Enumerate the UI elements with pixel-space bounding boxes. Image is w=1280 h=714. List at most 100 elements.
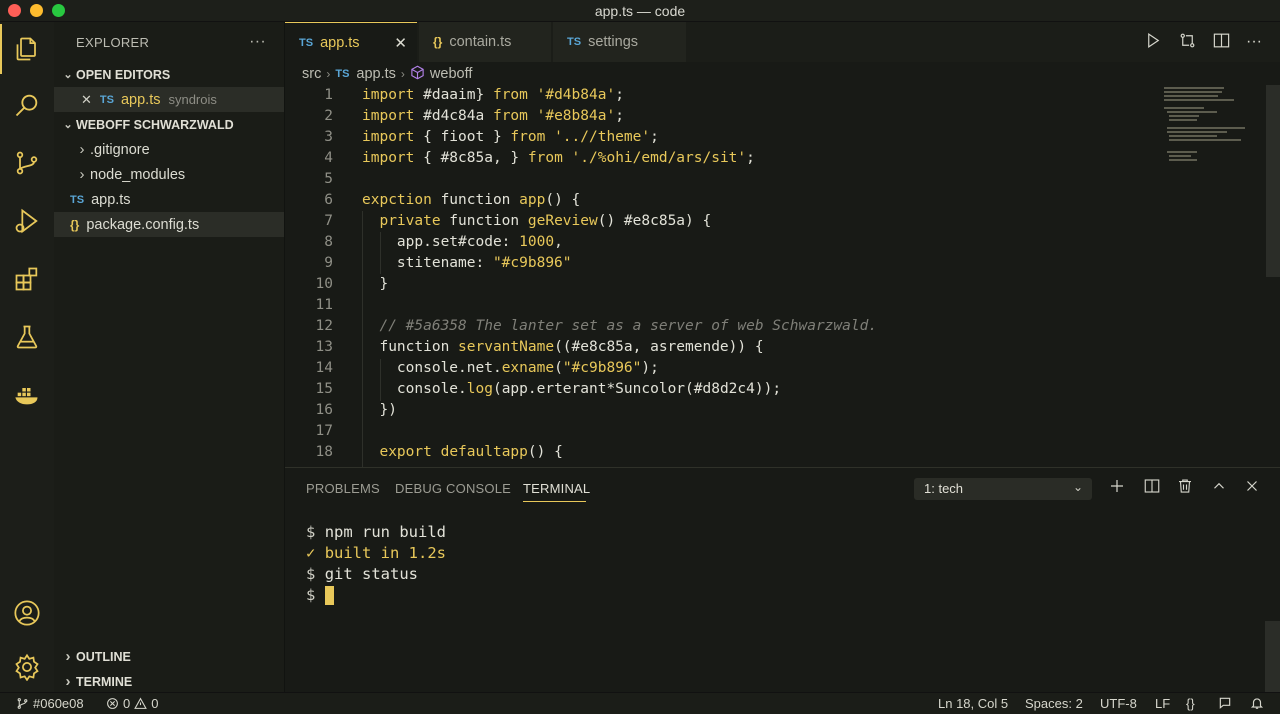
new-terminal-icon[interactable] [1108,477,1128,497]
typescript-file-icon: TS [335,68,350,80]
run-debug-icon[interactable] [0,196,54,246]
encoding-status[interactable]: UTF-8 [1100,696,1137,711]
terminal-text: npm run build [324,523,447,541]
terminal-line: ✓ built in 1.2s [306,544,446,562]
close-panel-icon[interactable] [1243,477,1263,497]
terminal-input-line[interactable]: $ [306,586,334,605]
split-editor-icon[interactable] [1212,31,1231,53]
code-line[interactable]: 17 [285,421,1155,442]
extensions-icon[interactable] [0,254,54,304]
line-content: // #5a6358 The lanter set as a server of… [362,316,877,337]
testing-icon[interactable] [0,312,54,362]
code-line[interactable]: 3 import { fioot } from '..//theme'; [285,127,1155,148]
line-content: import #d4c84a from '#e8b84a'; [362,106,624,127]
indentation-status[interactable]: Spaces: 2 [1025,696,1083,711]
file-tree-item-app-ts[interactable]: TS app.ts [54,187,284,212]
breadcrumb-folder[interactable]: src [302,66,321,82]
open-editor-item[interactable]: ✕ TS app.ts syndrois [54,87,284,112]
branch-status[interactable]: #060e08 [16,696,84,711]
tab-terminal[interactable]: TERMINAL [523,481,590,496]
source-control-icon[interactable] [0,138,54,188]
line-content: function servantName((#e8c85a, asremende… [362,337,763,358]
code-line[interactable]: 12 // #5a6358 The lanter set as a server… [285,316,1155,337]
code-line[interactable]: 13 function servantName((#e8c85a, asreme… [285,337,1155,358]
symbol-icon [410,65,425,84]
language-status[interactable]: {} [1186,696,1195,711]
docker-icon[interactable] [0,370,54,420]
code-line[interactable]: 8 app.set#code: 1000, [285,232,1155,253]
code-token: stitename: [362,255,493,271]
file-name: app.ts [91,191,131,208]
account-icon[interactable] [0,588,54,638]
code-line[interactable]: 15 console.log(app.erterant*Suncolor(#d8… [285,379,1155,400]
breadcrumb-symbol[interactable]: weboff [430,66,472,82]
code-editor[interactable]: 1 import #daaim} from '#d4b84a'; 2 import #… [285,85,1155,467]
split-terminal-icon[interactable] [1143,477,1163,497]
code-line[interactable]: 9 stitename: "#c9b896" [285,253,1155,274]
problems-status[interactable]: 0 0 [106,696,158,711]
tab-app-ts[interactable]: TS app.ts ✕ [285,22,417,62]
settings-gear-icon[interactable] [0,642,54,692]
code-line[interactable]: 2 import #d4c84a from '#e8b84a'; [285,106,1155,127]
terminal-select-value: 1: tech [924,481,964,496]
code-line[interactable]: 4 import { #8c85a, } from './%ohi/emd/ars… [285,148,1155,169]
json-file-icon: {} [70,217,80,232]
code-line[interactable]: 7 private function geReview() #e8c85a) { [285,211,1155,232]
tab-debug-console[interactable]: DEBUG CONSOLE [395,481,511,496]
eol-status[interactable]: LF [1155,696,1170,711]
code-line[interactable]: 10 } [285,274,1155,295]
workspace-section[interactable]: ⌄ WEBOFF SCHWARZWALD [54,112,284,137]
feedback-icon[interactable] [1218,696,1232,710]
code-token: export [379,444,432,460]
open-editors-section[interactable]: ⌄ OPEN EDITORS [54,62,284,87]
more-actions-icon[interactable]: ··· [1246,33,1262,51]
breadcrumb-file[interactable]: app.ts [356,66,396,82]
terminal-scrollbar[interactable] [1265,621,1280,693]
code-line[interactable]: 11 [285,295,1155,316]
terminal-select[interactable]: 1: tech ⌄ [914,478,1092,500]
tab-settings[interactable]: TS settings [553,22,686,62]
search-icon[interactable] [0,80,54,130]
code-line[interactable]: 6 expction function app() { [285,190,1155,211]
line-number: 5 [324,171,333,187]
outline-section[interactable]: › OUTLINE [54,644,285,669]
tab-contain-ts[interactable]: {} contain.ts [419,22,551,62]
file-name: package.config.ts [86,216,200,233]
code-line[interactable]: 14 console.net.exname("#c9b896"); [285,358,1155,379]
notifications-bell-icon[interactable] [1250,696,1264,710]
code-token: }) [362,402,397,418]
code-line[interactable]: 18 export defaultapp() { [285,442,1155,463]
file-tree-item-package-config[interactable]: {} package.config.ts [54,212,284,237]
editor-scrollbar[interactable] [1266,85,1280,277]
open-editor-name: app.ts [120,91,161,108]
code-line[interactable]: 16 }) [285,400,1155,421]
run-icon[interactable] [1144,31,1163,53]
minimap[interactable] [1160,85,1266,165]
close-tab-icon[interactable]: ✕ [394,34,407,52]
code-token: "#c9b896" [562,360,642,376]
line-number: 3 [324,129,333,145]
close-editor-icon[interactable]: ✕ [81,92,92,108]
error-count: 0 [123,696,131,711]
cursor-position[interactable]: Ln 18, Col 5 [938,696,1008,711]
trash-icon[interactable] [1176,477,1196,497]
line-content: } [362,274,388,295]
code-token: } [362,276,389,292]
code-token: from [510,129,546,145]
chevron-right-icon: › [400,67,405,81]
code-token: import [362,108,415,124]
code-line[interactable]: 5 [285,169,1155,190]
tab-problems[interactable]: PROBLEMS [306,481,380,496]
timeline-section[interactable]: › TERMINE [54,669,285,694]
code-line[interactable]: 1 import #daaim} from '#d4b84a'; [285,85,1155,106]
file-tree-item-gitignore[interactable]: › .gitignore [54,137,284,162]
maximize-panel-icon[interactable] [1210,477,1230,497]
compare-changes-icon[interactable] [1178,31,1197,53]
line-number: 16 [315,402,333,418]
code-token: console. [362,381,467,397]
file-tree-item-node-modules[interactable]: › node_modules [54,162,284,187]
more-actions-icon[interactable]: ··· [249,33,266,51]
code-token: console.net. [362,360,502,376]
files-icon[interactable] [0,24,54,74]
line-number: 11 [315,297,333,313]
